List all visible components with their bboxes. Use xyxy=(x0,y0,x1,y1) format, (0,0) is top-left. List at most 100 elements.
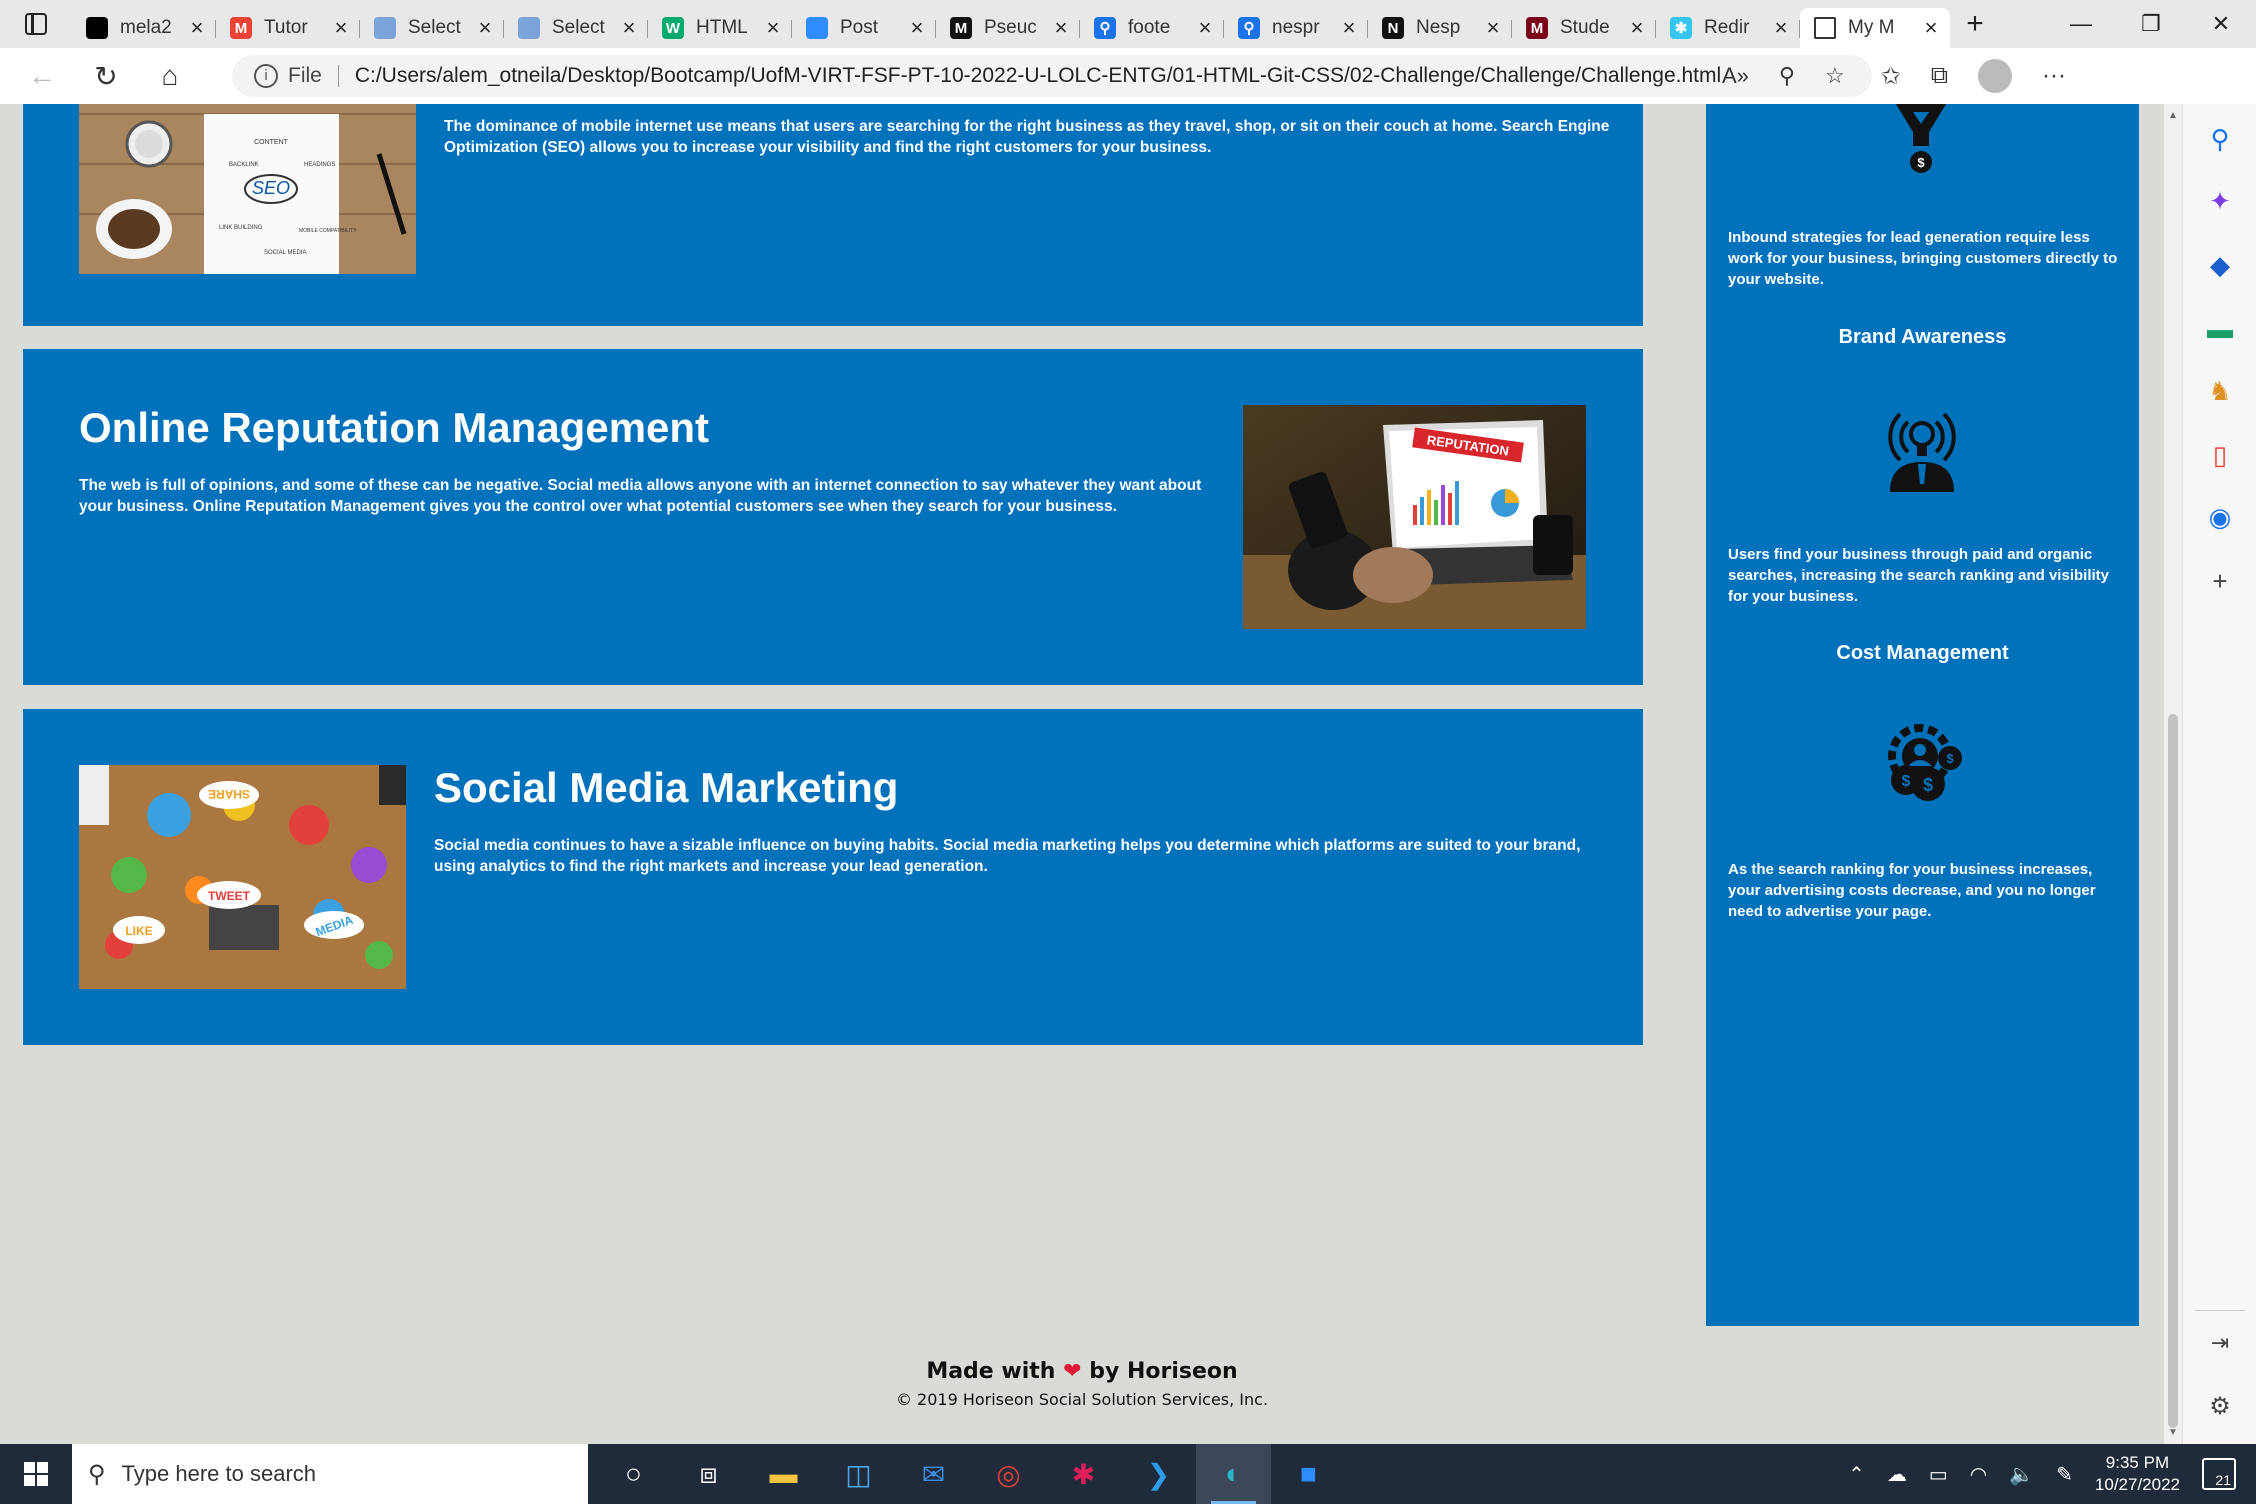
tab-title: Tutor xyxy=(264,17,308,38)
close-tab-icon[interactable]: × xyxy=(1772,17,1790,39)
notification-center-icon[interactable]: 21 xyxy=(2202,1458,2236,1490)
sidebar-search-icon[interactable]: ⚲ xyxy=(2183,124,2256,155)
sidebar-add-icon[interactable]: + xyxy=(2183,566,2256,597)
clock-time: 9:35 PM xyxy=(2105,1453,2170,1472)
slack-icon[interactable]: ✱ xyxy=(1046,1444,1121,1504)
sidebar-games-icon[interactable]: ♞ xyxy=(2183,376,2256,407)
slack-icon: ✱ xyxy=(1670,17,1692,39)
tab-title: mela2 xyxy=(120,17,172,38)
file-explorer-icon[interactable]: ▬ xyxy=(746,1444,821,1504)
taskbar-clock[interactable]: 9:35 PM 10/27/2022 xyxy=(2095,1452,2180,1496)
page-scrollbar[interactable]: ▲ ▼ xyxy=(2164,104,2182,1444)
tab-6[interactable]: M Pseuc × xyxy=(936,8,1080,48)
tab-0[interactable]: mela2 × xyxy=(72,8,216,48)
cortana-icon[interactable]: ○ xyxy=(596,1444,671,1504)
show-hidden-icons[interactable]: ⌃ xyxy=(1848,1462,1865,1487)
start-button[interactable] xyxy=(0,1462,72,1486)
zoom-icon[interactable]: ⚲ xyxy=(1779,63,1795,89)
collections-icon[interactable]: ⧉ xyxy=(1931,62,1948,90)
close-tab-icon[interactable]: × xyxy=(332,17,350,39)
svg-text:LIKE: LIKE xyxy=(125,924,152,938)
w3schools-icon: W xyxy=(662,17,684,39)
close-tab-icon[interactable]: × xyxy=(620,17,638,39)
tab-3[interactable]: Select × xyxy=(504,8,648,48)
read-aloud-icon[interactable]: A» xyxy=(1722,63,1749,89)
taskbar-search-box[interactable]: ⚲ Type here to search xyxy=(72,1444,588,1504)
scroll-down-arrow[interactable]: ▼ xyxy=(2164,1427,2182,1438)
tab-10[interactable]: M Stude × xyxy=(1512,8,1656,48)
close-tab-icon[interactable]: × xyxy=(908,17,926,39)
close-tab-icon[interactable]: × xyxy=(1340,17,1358,39)
windows-taskbar: ⚲ Type here to search ○ ⧈ ▬ ◫ ✉ ◎ ✱ ❯ ◐ … xyxy=(0,1444,2256,1504)
tab-12[interactable]: My M × xyxy=(1800,8,1950,48)
taskbar-search-icon: ⚲ xyxy=(88,1460,106,1488)
tab-9[interactable]: N Nesp × xyxy=(1368,8,1512,48)
browser-tab-strip: mela2 × M Tutor × Select × Select × W HTML × Post × M P… xyxy=(0,0,2256,48)
web-page-icon xyxy=(374,17,396,39)
address-separator xyxy=(337,65,339,87)
battery-icon[interactable]: ▭ xyxy=(1929,1462,1948,1487)
add-favorite-icon[interactable]: ☆ xyxy=(1825,63,1845,89)
close-tab-icon[interactable]: × xyxy=(476,17,494,39)
svg-text:$: $ xyxy=(1946,751,1954,766)
reputation-paragraph: The web is full of opinions, and some of… xyxy=(79,477,1202,515)
address-bar[interactable]: i File C:/Users/alem_otneila/Desktop/Boo… xyxy=(232,55,1872,97)
address-url-text[interactable]: C:/Users/alem_otneila/Desktop/Bootcamp/U… xyxy=(355,64,1721,88)
site-info-icon[interactable]: i xyxy=(254,64,278,88)
zoom-app-icon[interactable]: ■ xyxy=(1271,1444,1346,1504)
social-media-heading: Social Media Marketing xyxy=(434,764,899,811)
scroll-up-arrow[interactable]: ▲ xyxy=(2164,110,2182,121)
close-window-button[interactable]: ✕ xyxy=(2186,11,2256,37)
tab-11[interactable]: ✱ Redir × xyxy=(1656,8,1800,48)
tab-actions-menu-button[interactable] xyxy=(0,0,72,48)
tab-5[interactable]: Post × xyxy=(792,8,936,48)
sidebar-hide-icon[interactable]: ⇥ xyxy=(2183,1330,2256,1356)
social-media-illustration: SHARE TWEET LIKE MEDIA xyxy=(79,765,406,989)
seo-section: SEO CONTENT BACKLINK HEADINGS LINK BUILD… xyxy=(23,104,1643,326)
scrollbar-thumb[interactable] xyxy=(2168,714,2178,1428)
close-tab-icon[interactable]: × xyxy=(1052,17,1070,39)
tab-7[interactable]: ⚲ foote × xyxy=(1080,8,1224,48)
close-tab-icon[interactable]: × xyxy=(188,17,206,39)
search-icon: ⚲ xyxy=(1094,17,1116,39)
favorites-icon[interactable]: ✩ xyxy=(1881,62,1901,91)
edge-icon[interactable]: ◐ xyxy=(1196,1444,1271,1504)
back-button[interactable]: ← xyxy=(10,60,74,92)
minimize-button[interactable]: — xyxy=(2046,11,2116,37)
close-tab-icon[interactable]: × xyxy=(764,17,782,39)
tab-8[interactable]: ⚲ nespr × xyxy=(1224,8,1368,48)
microsoft-store-icon[interactable]: ◫ xyxy=(821,1444,896,1504)
sidebar-office-icon[interactable]: ▯ xyxy=(2183,440,2256,471)
vscode-icon[interactable]: ❯ xyxy=(1121,1444,1196,1504)
sidebar-tools-icon[interactable]: ▬ xyxy=(2183,314,2256,345)
task-view-icon[interactable]: ⧈ xyxy=(671,1444,746,1504)
refresh-button[interactable]: ↻ xyxy=(74,60,138,93)
close-tab-icon[interactable]: × xyxy=(1922,17,1940,39)
new-tab-button[interactable]: + xyxy=(1950,7,2000,41)
wifi-icon[interactable]: ◠ xyxy=(1970,1462,1987,1487)
tab-4[interactable]: W HTML × xyxy=(648,8,792,48)
tab-1[interactable]: M Tutor × xyxy=(216,8,360,48)
toolbar-right: ✩ ⧉ ··· xyxy=(1881,59,2066,93)
medium-icon: M xyxy=(950,17,972,39)
sidebar-copilot-icon[interactable]: ✦ xyxy=(2183,186,2256,217)
sidebar-shopping-icon[interactable]: ◆ xyxy=(2183,250,2256,281)
copyright-text: © 2019 Horiseon Social Solution Services… xyxy=(895,1390,1269,1409)
sidebar-outlook-icon[interactable]: ◉ xyxy=(2183,502,2256,533)
mail-icon[interactable]: ✉ xyxy=(896,1444,971,1504)
close-tab-icon[interactable]: × xyxy=(1196,17,1214,39)
more-options-icon[interactable]: ··· xyxy=(2042,62,2066,90)
notion-icon: N xyxy=(1382,17,1404,39)
profile-avatar[interactable] xyxy=(1978,59,2013,93)
onedrive-icon[interactable]: ☁ xyxy=(1887,1462,1907,1487)
reputation-image: REPUTATION xyxy=(1243,405,1586,629)
tab-2[interactable]: Select × xyxy=(360,8,504,48)
volume-icon[interactable]: 🔈 xyxy=(2009,1462,2034,1487)
chrome-icon[interactable]: ◎ xyxy=(971,1444,1046,1504)
sidebar-settings-icon[interactable]: ⚙ xyxy=(2183,1392,2256,1421)
close-tab-icon[interactable]: × xyxy=(1628,17,1646,39)
home-button[interactable]: ⌂ xyxy=(138,60,202,92)
pen-icon[interactable]: ✎ xyxy=(2056,1462,2073,1487)
restore-button[interactable]: ❐ xyxy=(2116,11,2186,37)
close-tab-icon[interactable]: × xyxy=(1484,17,1502,39)
